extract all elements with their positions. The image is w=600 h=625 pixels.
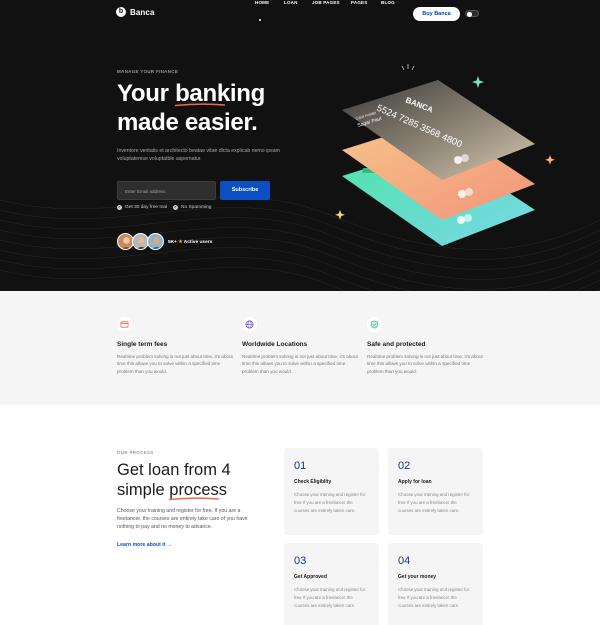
card-icon xyxy=(117,317,132,332)
active-users-label: Active users xyxy=(183,240,213,245)
avatar-group xyxy=(117,233,167,250)
toggle-knob xyxy=(467,12,472,17)
check-no-spam: ✓ No Spamming xyxy=(173,205,211,210)
card-teal-logo-circle xyxy=(464,214,472,222)
card-peach-logo-circle xyxy=(465,188,473,196)
avatar xyxy=(147,233,164,250)
nav-link-blog[interactable]: BLOG xyxy=(381,0,395,5)
feature-title: Worldwide Locations xyxy=(242,341,308,348)
highlight-underline xyxy=(169,497,220,501)
hero-title-part1: Your xyxy=(117,80,176,107)
check-free-trial-label: Get 30 day free trial xyxy=(125,205,168,210)
step-description: Choose your training and register for fr… xyxy=(294,492,366,513)
feature-title: Single term fees xyxy=(117,341,168,348)
credit-cards-illustration: BANCA 5524 7285 3568 4800 Card Holder Sa… xyxy=(335,64,555,246)
feature-title: Safe and protected xyxy=(367,341,426,348)
check-icon: ✓ xyxy=(117,205,122,210)
card-dark-logo-circle xyxy=(461,154,469,162)
logo-mark-icon: b xyxy=(116,7,126,17)
star-icon: ★ xyxy=(178,240,183,245)
step-number: 02 xyxy=(398,460,411,472)
features-section: Single term fees Realtime problem solvin… xyxy=(0,291,600,405)
step-title: Get Approved xyxy=(294,574,327,580)
check-free-trial: ✓ Get 30 day free trial xyxy=(117,205,167,210)
process-eyebrow: OUR PROCESS xyxy=(117,450,154,455)
email-input[interactable]: Enter Email address xyxy=(117,181,216,200)
sparkle-lines-icon xyxy=(401,64,415,71)
feature-worldwide-locations: Worldwide Locations Realtime problem sol… xyxy=(242,317,362,375)
highlight-underline xyxy=(175,103,226,107)
step-title: Get your money xyxy=(398,574,437,580)
step-number: 01 xyxy=(294,460,307,472)
step-title: Apply for loan xyxy=(398,479,432,485)
shield-icon xyxy=(367,317,382,332)
globe-icon xyxy=(242,317,257,332)
process-title-part2: simple xyxy=(117,481,170,499)
learn-more-link[interactable]: Learn more about it → xyxy=(117,542,172,548)
nav-link-loan[interactable]: LOAN xyxy=(284,0,298,5)
top-navbar: b Banca HOME LOAN JOB PAGES PAGES BLOG B… xyxy=(0,0,600,28)
active-users: 5K+ ★ Active users xyxy=(168,240,212,245)
sparkle-icon xyxy=(335,210,345,220)
hero-section: b Banca HOME LOAN JOB PAGES PAGES BLOG B… xyxy=(0,0,600,291)
feature-safe-protected: Safe and protected Realtime problem solv… xyxy=(367,317,487,375)
nav-active-indicator xyxy=(259,19,261,21)
check-no-spam-label: No Spamming xyxy=(181,205,212,210)
nav-link-pages[interactable]: PAGES xyxy=(351,0,367,5)
feature-description: Realtime problem solving is not just abo… xyxy=(242,354,358,374)
process-title-highlight: process xyxy=(169,480,227,501)
step-number: 04 xyxy=(398,555,411,567)
feature-single-term-fees: Single term fees Realtime problem solvin… xyxy=(117,317,237,375)
step-card: 04 Get your money Choose your training a… xyxy=(388,543,483,625)
buy-banca-button[interactable]: Buy Banca xyxy=(413,7,460,21)
step-description: Choose your training and register for fr… xyxy=(398,587,470,608)
feature-description: Realtime problem solving is not just abo… xyxy=(367,354,483,374)
theme-toggle[interactable] xyxy=(465,10,479,17)
step-card: 03 Get Approved Choose your training and… xyxy=(284,543,379,625)
process-title-line1: Get loan from 4 xyxy=(117,461,231,479)
hero-eyebrow: MANAGE YOUR FINANCE xyxy=(117,69,179,74)
nav-link-home[interactable]: HOME xyxy=(255,0,269,5)
feature-description: Realtime problem solving is not just abo… xyxy=(117,354,233,374)
logo-text: Banca xyxy=(130,7,155,17)
nav-link-job-pages[interactable]: JOB PAGES xyxy=(312,0,340,5)
hero-title: Your banking made easier. xyxy=(117,79,265,137)
process-title: Get loan from 4 simple process xyxy=(117,460,231,501)
check-icon: ✓ xyxy=(173,205,178,210)
sparkle-icon xyxy=(545,155,555,165)
hero-description: Inventore veritatis et architecto beatae… xyxy=(117,148,280,162)
card-peach-logo-circle xyxy=(458,190,466,198)
step-card: 02 Apply for loan Choose your training a… xyxy=(388,448,483,535)
hero-title-line2: made easier. xyxy=(117,109,258,136)
step-number: 03 xyxy=(294,555,307,567)
hero-title-highlight: banking xyxy=(175,79,265,108)
logo[interactable]: b Banca xyxy=(116,7,155,17)
card-dark-logo-circle xyxy=(454,156,462,164)
step-description: Choose your training and register for fr… xyxy=(294,587,366,608)
step-card: 01 Check Eligiblity Choose your training… xyxy=(284,448,379,535)
step-description: Choose your training and register for fr… xyxy=(398,492,470,513)
process-description: Choose your training and register for fr… xyxy=(117,508,248,530)
step-title: Check Eligiblity xyxy=(294,479,332,485)
active-users-count: 5K+ xyxy=(168,240,177,245)
sparkle-icon xyxy=(472,76,484,88)
card-teal-logo-circle xyxy=(457,216,465,224)
process-section: OUR PROCESS Get loan from 4 simple proce… xyxy=(0,405,600,625)
subscribe-button[interactable]: Subscribe xyxy=(220,181,270,200)
